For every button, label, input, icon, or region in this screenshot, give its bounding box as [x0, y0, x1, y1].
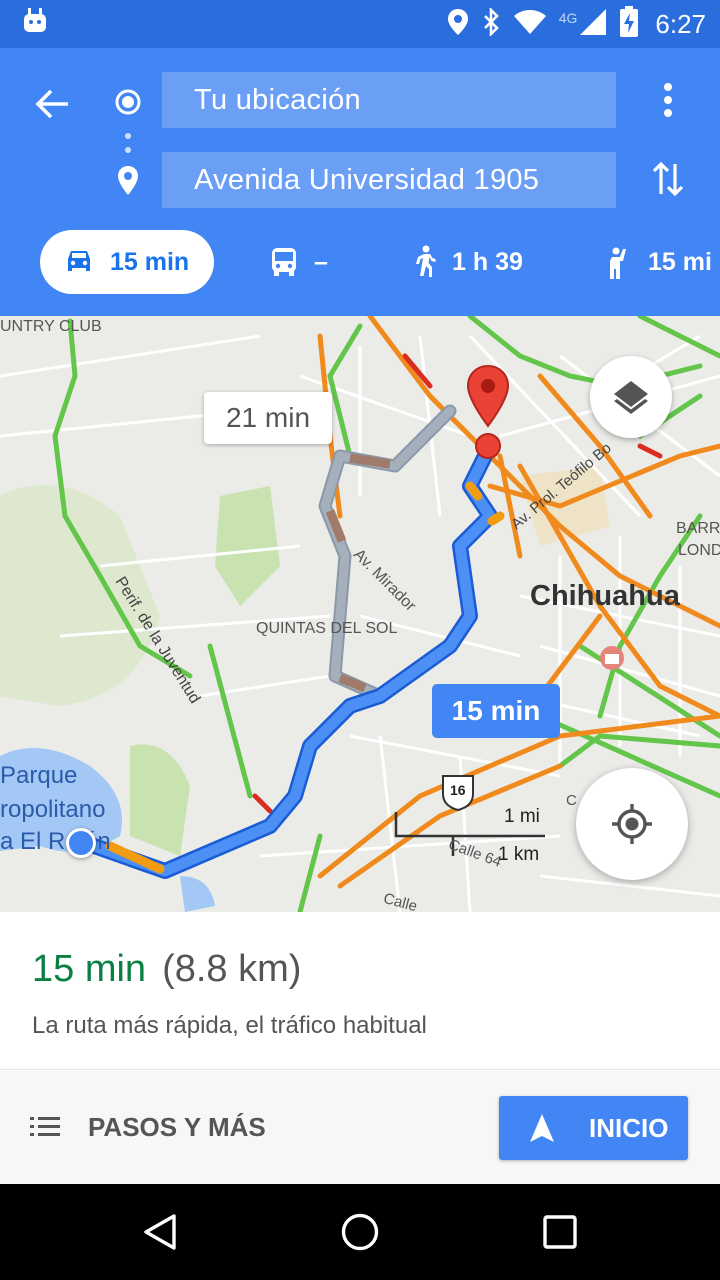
scale-mi-label: 1 mi: [504, 806, 540, 827]
map-label-parque-2: ropolitano: [0, 796, 106, 823]
more-options-button[interactable]: [650, 78, 686, 122]
mode-walk-label: 1 h 39: [452, 247, 523, 276]
mode-walk-tab[interactable]: 1 h 39: [412, 230, 523, 294]
mode-ride-tab[interactable]: 15 mi: [604, 230, 712, 294]
origin-field[interactable]: Tu ubicación: [162, 72, 616, 128]
highway-number: 16: [450, 782, 466, 798]
list-icon: [30, 1117, 60, 1136]
mode-car-label: 15 min: [110, 247, 190, 276]
swap-vert-icon: [652, 161, 684, 197]
steps-button[interactable]: PASOS Y MÁS: [30, 1097, 266, 1157]
steps-label: PASOS Y MÁS: [88, 1111, 266, 1142]
alt-route-time-bubble[interactable]: 21 min: [204, 392, 332, 444]
layers-icon: [614, 381, 648, 414]
map-label-barr: BARR: [676, 520, 720, 537]
mode-ride-label: 15 mi: [648, 247, 712, 276]
navigation-icon: [530, 1114, 554, 1142]
map-label-chihuahua: Chihuahua: [530, 580, 680, 612]
map-label-c: C: [566, 792, 577, 809]
nav-home-button[interactable]: [340, 1212, 380, 1252]
map-label-parque-1: Parque: [0, 762, 78, 789]
more-vert-icon: [664, 83, 672, 117]
main-route-time-bubble[interactable]: 15 min: [432, 684, 560, 738]
wifi-icon: [513, 9, 547, 40]
map-label-country-club: UNTRY CLUB: [0, 318, 102, 335]
battery-charging-icon: [619, 5, 639, 43]
nav-back-button[interactable]: [140, 1212, 180, 1252]
car-icon: [64, 249, 94, 275]
nav-recents-icon: [543, 1215, 577, 1249]
signal-icon: [579, 8, 607, 41]
map-label-quintas: QUINTAS DEL SOL: [256, 620, 398, 637]
hail-icon: [604, 245, 632, 279]
route-duration: 15 min: [32, 948, 147, 990]
origin-dot-icon: [114, 88, 142, 116]
bottom-actions: PASOS Y MÁS INICIO: [0, 1071, 720, 1184]
destination-pin-icon: [114, 164, 142, 198]
current-location-dot: [66, 828, 96, 858]
destination-field[interactable]: Avenida Universidad 1905: [162, 152, 616, 208]
bluetooth-icon: [481, 6, 501, 41]
android-icon: [22, 8, 48, 41]
route-distance: (8.8 km): [162, 948, 302, 990]
start-navigation-button[interactable]: INICIO: [499, 1096, 688, 1160]
destination-marker-icon[interactable]: [464, 364, 512, 460]
network-type: 4G: [558, 10, 578, 26]
route-summary[interactable]: 15 min (8.8 km) La ruta más rápida, el t…: [0, 912, 720, 1070]
clock: 6:27: [655, 8, 706, 39]
arrow-back-icon: [35, 89, 68, 119]
walk-icon: [412, 245, 436, 279]
directions-header: Tu ubicación Avenida Universidad 1905 15…: [0, 48, 720, 316]
nav-home-icon: [341, 1213, 379, 1251]
start-label: INICIO: [589, 1112, 669, 1143]
route-description: La ruta más rápida, el tráfico habitual: [32, 1012, 427, 1039]
mode-transit-tab[interactable]: –: [270, 230, 328, 294]
mode-transit-label: –: [314, 247, 328, 276]
travel-modes: 15 min – 1 h 39 15 mi: [0, 228, 720, 298]
nav-recents-button[interactable]: [540, 1212, 580, 1252]
mode-car-tab[interactable]: 15 min: [40, 230, 214, 294]
layers-button[interactable]: [590, 356, 672, 438]
my-location-icon: [612, 804, 652, 844]
back-button[interactable]: [30, 82, 74, 126]
nav-back-icon: [144, 1214, 176, 1250]
map-label-lond: LOND: [678, 542, 720, 559]
my-location-button[interactable]: [576, 768, 688, 880]
swap-button[interactable]: [646, 154, 690, 204]
status-bar: 4G 6:27: [0, 0, 720, 48]
route-dots-icon: [122, 128, 134, 168]
system-nav-bar: [0, 1184, 720, 1280]
map-view[interactable]: UNTRY CLUB Av. Mirador QUINTAS DEL SOL C…: [0, 316, 720, 912]
scale-km-label: 1 km: [498, 844, 540, 865]
bus-icon: [270, 247, 298, 277]
location-icon: [447, 8, 469, 41]
